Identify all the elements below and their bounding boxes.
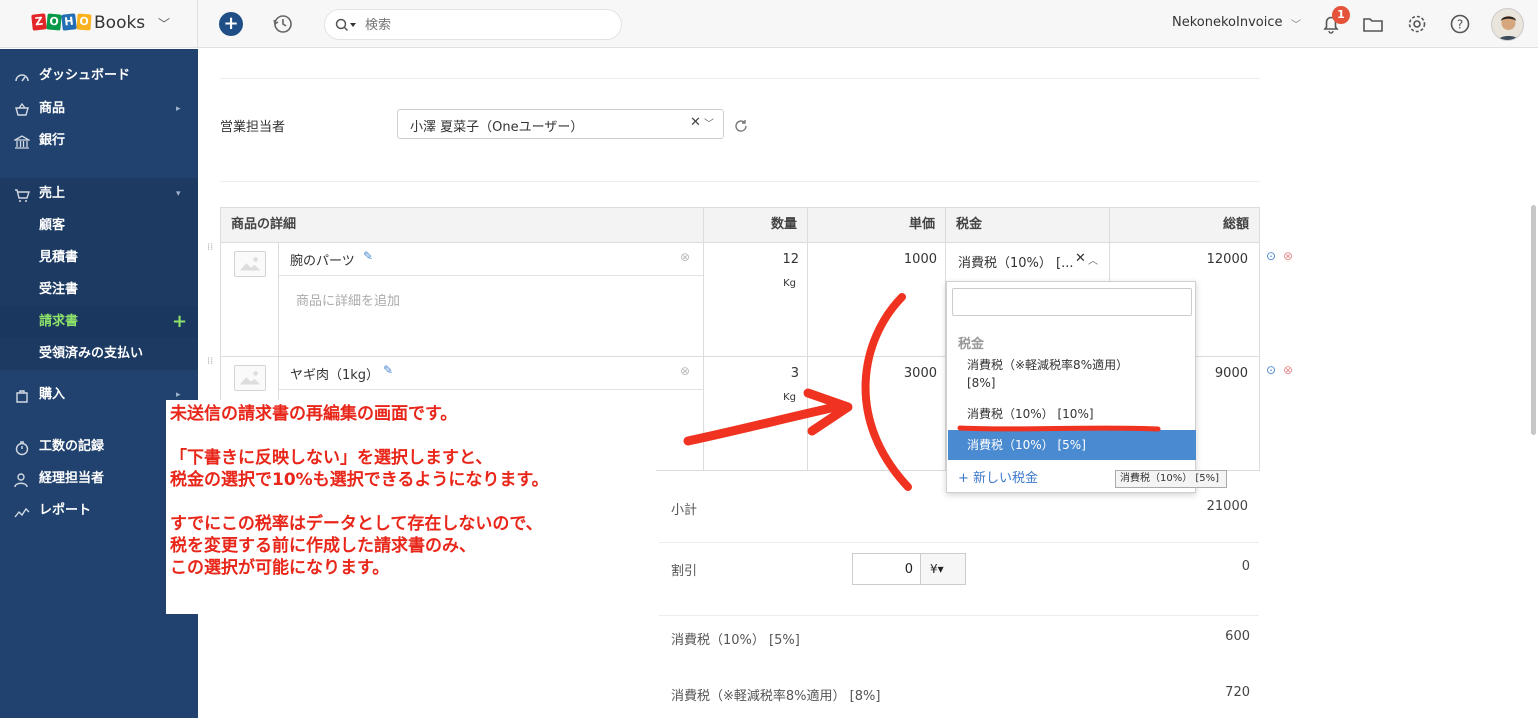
annotation-line: 税を変更する前に作成した請求書のみ、 (170, 536, 476, 556)
annotation-line: 未送信の請求書の再編集の画面です。 (170, 404, 458, 424)
annotation-line: すでにこの税率はデータとして存在しないので、 (170, 514, 543, 534)
annotation-line: 税金の選択で10%も選択できるようになります。 (170, 470, 549, 490)
annotation-underline (957, 425, 1161, 432)
annotation-line (170, 425, 652, 447)
annotation-line: この選択が可能になります。 (170, 558, 390, 578)
annotation-bracket (861, 293, 912, 491)
scrollbar[interactable] (1531, 205, 1536, 435)
annotation-note: 未送信の請求書の再編集の画面です。 「下書きに反映しない」を選択しますと、 税金… (166, 400, 656, 614)
annotation-line (170, 491, 652, 513)
annotation-line: 「下書きに反映しない」を選択しますと、 (170, 448, 493, 468)
